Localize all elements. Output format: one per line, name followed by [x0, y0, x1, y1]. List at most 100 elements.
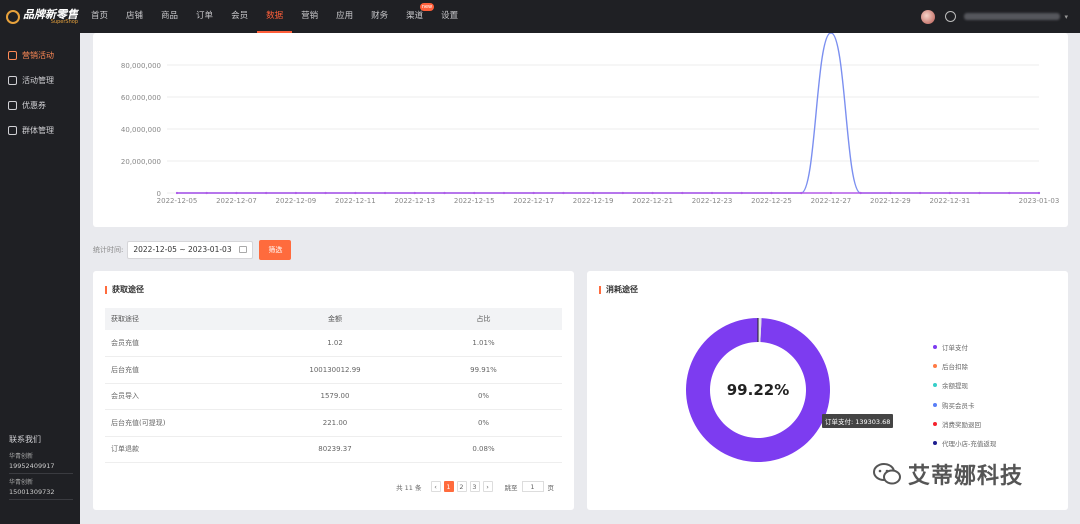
- sidebar-item[interactable]: 活动管理: [0, 68, 80, 93]
- nav-item[interactable]: 订单: [187, 0, 222, 33]
- legend-item[interactable]: 消费奖励退回: [933, 414, 996, 433]
- nav-item-label: 设置: [441, 11, 459, 21]
- table-cell: 后台充值(可提现): [105, 409, 265, 437]
- contact-section: 联系我们 华青创新 19952409917 华青创新 15001309732: [9, 434, 73, 500]
- nav-item[interactable]: 会员: [222, 0, 257, 33]
- acquire-title: 获取途径: [105, 284, 144, 295]
- y-tick-label: 60,000,000: [121, 94, 161, 102]
- calendar-icon: [239, 246, 248, 253]
- data-point: [889, 191, 892, 195]
- sidebar-item[interactable]: 营销活动: [0, 43, 80, 68]
- group-icon: [8, 126, 17, 135]
- nav-item-label: 首页: [91, 11, 109, 21]
- nav-item-label: 订单: [196, 11, 214, 21]
- user-area: ▾: [921, 0, 1068, 33]
- trend-chart-card: 0 20,000,000 40,000,000 60,000,000 80,000,00…: [93, 31, 1068, 227]
- page-button[interactable]: 2: [456, 481, 467, 492]
- table-row: 会员充值 1.02 1.01%: [105, 330, 562, 357]
- x-tick-label: 2022-12-13: [394, 197, 435, 205]
- table-cell: 0.08%: [405, 436, 562, 463]
- contact-entry: 华青创新 19952409917: [9, 451, 73, 474]
- legend-label: 消费奖励退回: [942, 420, 981, 429]
- nav-item-label: 营销: [301, 11, 319, 21]
- table-cell: 1.02: [265, 330, 405, 357]
- sidebar-item[interactable]: 群体管理: [0, 118, 80, 143]
- nav-item-label: 店铺: [126, 11, 144, 21]
- legend-item[interactable]: 代理小店-充值返现: [933, 433, 996, 452]
- nav-item[interactable]: 渠道 new: [397, 0, 435, 33]
- x-tick-label: 2022-12-15: [454, 197, 495, 205]
- x-tick-label: 2022-12-19: [573, 197, 614, 205]
- legend-label: 余额提现: [942, 382, 968, 391]
- table-cell: 1.01%: [405, 330, 562, 357]
- data-point: [621, 191, 624, 195]
- chevron-down-icon[interactable]: ▾: [1064, 13, 1068, 21]
- table-header-row: 获取途径 金额 占比: [105, 308, 562, 330]
- account-icon[interactable]: [945, 11, 957, 22]
- nav-item-label: 渠道: [406, 11, 424, 21]
- nav-item[interactable]: 商品: [152, 0, 187, 33]
- watermark: 艾蒂娜科技: [872, 458, 1023, 490]
- page-button[interactable]: 1: [443, 481, 454, 492]
- filter-button[interactable]: 筛选: [259, 239, 292, 260]
- data-point: [324, 191, 327, 195]
- data-point: [235, 191, 238, 195]
- x-tick-label: 2022-12-29: [870, 197, 911, 205]
- data-point: [383, 191, 387, 195]
- jump-page-input[interactable]: 1: [521, 481, 544, 492]
- data-point: [829, 31, 833, 34]
- table-cell: 0%: [405, 409, 562, 437]
- nav-item[interactable]: 营销: [292, 0, 327, 33]
- table-cell: 99.91%: [405, 356, 562, 384]
- date-range-value: 2022-12-05 ~ 2023-01-03: [133, 245, 232, 254]
- nav-item[interactable]: 首页: [82, 0, 117, 33]
- data-point: [978, 191, 981, 195]
- sidebar-item-label: 群体管理: [22, 126, 54, 135]
- nav-item[interactable]: 应用: [327, 0, 362, 33]
- chart-tooltip: 订单支付: 139303.68: [822, 414, 894, 428]
- filter-label: 统计时间:: [93, 245, 124, 254]
- contact-entry: 华青创新 15001309732: [9, 477, 73, 500]
- legend-label: 后台扣除: [942, 362, 968, 371]
- nav-item[interactable]: 店铺: [117, 0, 152, 33]
- brand-logo[interactable]: 品牌新零售 SuperShop: [0, 0, 80, 33]
- data-point: [1037, 191, 1041, 195]
- legend-item[interactable]: 订单支付: [933, 337, 996, 356]
- avatar[interactable]: [921, 9, 936, 24]
- user-name-redacted[interactable]: [964, 13, 1061, 20]
- sidebar-item-label: 营销活动: [22, 51, 54, 60]
- table-cell: 订单退款: [105, 436, 265, 463]
- next-page-button[interactable]: ›: [482, 481, 493, 492]
- x-tick-label: 2022-12-25: [751, 197, 792, 205]
- brand-icon: [6, 9, 20, 24]
- nav-item[interactable]: 财务: [362, 0, 397, 33]
- brand-name: 品牌新零售: [23, 7, 78, 21]
- x-tick-label: 2022-12-21: [632, 197, 673, 205]
- sidebar-item-label: 优惠券: [22, 101, 46, 110]
- nav-item[interactable]: 设置: [432, 0, 467, 33]
- nav-item[interactable]: 数据: [257, 0, 293, 33]
- prev-page-button[interactable]: ‹: [430, 481, 441, 492]
- tag-icon: [8, 51, 17, 60]
- table-cell: 80239.37: [265, 436, 405, 463]
- sidebar-item[interactable]: 优惠券: [0, 93, 80, 118]
- watermark-text: 艾蒂娜科技: [908, 464, 1024, 489]
- contact-phone: 15001309732: [9, 488, 73, 500]
- calendar-icon: [8, 76, 17, 85]
- table-cell: 1579.00: [265, 383, 405, 410]
- y-tick-label: 20,000,000: [121, 158, 161, 166]
- sidebar-item-label: 活动管理: [22, 76, 54, 85]
- data-point: [205, 191, 208, 195]
- date-range-picker[interactable]: 2022-12-05 ~ 2023-01-03: [127, 240, 254, 259]
- page-button[interactable]: 3: [469, 481, 480, 492]
- legend-dot: [933, 344, 937, 349]
- legend-item[interactable]: 后台扣除: [933, 356, 996, 375]
- legend-item[interactable]: 余额提现: [933, 376, 996, 395]
- data-point: [770, 191, 773, 195]
- legend-item[interactable]: 购买会员卡: [933, 395, 996, 414]
- sidebar: 营销活动活动管理优惠券群体管理 联系我们 华青创新 19952409917 华青…: [0, 33, 80, 524]
- y-tick-label: 80,000,000: [121, 62, 161, 70]
- series-line: [176, 32, 1039, 194]
- data-point: [948, 191, 951, 195]
- legend-dot: [933, 441, 937, 446]
